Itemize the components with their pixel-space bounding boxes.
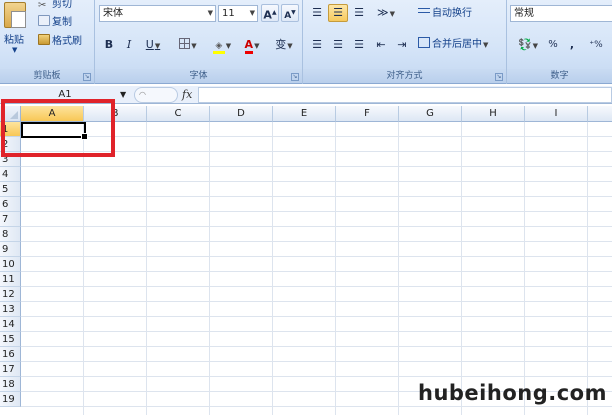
row-header-5[interactable]: 5 xyxy=(0,182,21,197)
align-top-button[interactable]: ☰ xyxy=(307,4,327,22)
paste-dropdown-icon[interactable]: ▼ xyxy=(12,46,17,54)
clipboard-group: 粘贴 ▼ ✂ 剪切 复制 格式刷 剪贴板 ↘ xyxy=(0,0,95,84)
orientation-button[interactable]: ≫▼ xyxy=(371,4,401,22)
shrink-font-button[interactable]: A▼ xyxy=(281,4,299,22)
row-header-6[interactable]: 6 xyxy=(0,197,21,212)
fill-color-button[interactable]: ◈ ▼ xyxy=(207,36,237,54)
formula-input[interactable] xyxy=(198,87,612,103)
highlight-annotation-box xyxy=(1,99,115,157)
column-header-overflow[interactable] xyxy=(588,106,612,122)
phonetic-button[interactable]: 变▼ xyxy=(269,36,299,54)
row-header-12[interactable]: 12 xyxy=(0,287,21,302)
paste-button[interactable]: 粘贴 xyxy=(4,31,24,46)
chevron-down-icon: ▼ xyxy=(483,41,489,49)
copy-icon xyxy=(38,15,50,26)
row-header-13[interactable]: 13 xyxy=(0,302,21,317)
borders-icon xyxy=(179,38,191,49)
chevron-down-icon: ▼ xyxy=(389,10,395,18)
scissors-icon: ✂ xyxy=(38,0,47,11)
row-header-9[interactable]: 9 xyxy=(0,242,21,257)
italic-button[interactable]: I xyxy=(121,36,137,54)
increase-decimal-button[interactable]: ⁺% xyxy=(585,36,607,54)
column-header-e[interactable]: E xyxy=(273,106,336,122)
grow-font-button[interactable]: A▲ xyxy=(261,4,279,22)
column-header-h[interactable]: H xyxy=(462,106,525,122)
row-header-16[interactable]: 16 xyxy=(0,347,21,362)
align-left-button[interactable]: ☰ xyxy=(307,36,327,54)
align-right-button[interactable]: ☰ xyxy=(349,36,369,54)
font-group-title: 字体 xyxy=(95,69,302,83)
expand-icon: ◠ xyxy=(139,90,146,99)
row-header-11[interactable]: 11 xyxy=(0,272,21,287)
copy-button[interactable]: 复制 xyxy=(38,15,72,31)
alignment-launcher-icon[interactable]: ↘ xyxy=(495,73,503,81)
formula-cancel-enter[interactable]: ◠ xyxy=(134,87,178,103)
row-header-8[interactable]: 8 xyxy=(0,227,21,242)
font-name-combo[interactable]: 宋体 ▼ xyxy=(99,5,216,22)
name-box-dropdown-icon[interactable]: ▼ xyxy=(120,87,126,103)
column-header-g[interactable]: G xyxy=(399,106,462,122)
paste-icon[interactable] xyxy=(4,2,26,28)
row-header-18[interactable]: 18 xyxy=(0,377,21,392)
align-bottom-button[interactable]: ☰ xyxy=(349,4,369,22)
alignment-group: ☰ ☰ ☰ ≫▼ 自动换行 ☰ ☰ ☰ ⇤ ⇥ 合并后居中▼ 对齐方式 ↘ xyxy=(303,0,507,84)
row-header-10[interactable]: 10 xyxy=(0,257,21,272)
paint-bucket-icon: ◈ xyxy=(212,42,225,54)
clipboard-launcher-icon[interactable]: ↘ xyxy=(83,73,91,81)
watermark: hubeihong.com xyxy=(418,381,607,405)
column-header-d[interactable]: D xyxy=(210,106,273,122)
font-group: 宋体 ▼ 11 ▼ A▲ A▼ B I U▼ ▼ ◈ ▼ A▼ 变▼ 字体 ↘ xyxy=(95,0,303,84)
borders-button[interactable]: ▼ xyxy=(173,36,203,54)
merge-center-button[interactable]: 合并后居中▼ xyxy=(417,36,503,54)
percent-button[interactable]: % xyxy=(545,36,561,54)
ribbon: 粘贴 ▼ ✂ 剪切 复制 格式刷 剪贴板 ↘ 宋体 ▼ 11 ▼ A▲ A▼ B I … xyxy=(0,0,612,84)
brush-icon xyxy=(38,34,50,45)
currency-format-button[interactable]: 💱▼ xyxy=(513,36,543,54)
row-header-4[interactable]: 4 xyxy=(0,167,21,182)
currency-icon: 💱 xyxy=(517,38,532,51)
increase-indent-button[interactable]: ⇥ xyxy=(392,36,412,54)
column-header-f[interactable]: F xyxy=(336,106,399,122)
number-group-title: 数字 xyxy=(507,69,612,83)
format-painter-button[interactable]: 格式刷 xyxy=(38,34,82,50)
insert-function-button[interactable]: fx xyxy=(182,87,192,103)
chevron-down-icon: ▼ xyxy=(254,42,260,50)
chevron-down-icon: ▼ xyxy=(532,42,539,50)
number-format-combo[interactable]: 常规 xyxy=(510,5,612,22)
row-header-14[interactable]: 14 xyxy=(0,317,21,332)
cells-area[interactable] xyxy=(21,122,612,415)
column-header-c[interactable]: C xyxy=(147,106,210,122)
bold-button[interactable]: B xyxy=(101,36,117,54)
row-header-17[interactable]: 17 xyxy=(0,362,21,377)
alignment-group-title: 对齐方式 xyxy=(303,69,506,83)
clipboard-group-title: 剪贴板 xyxy=(0,69,94,83)
chevron-down-icon: ▼ xyxy=(287,42,293,50)
align-center-button[interactable]: ☰ xyxy=(328,36,348,54)
column-header-i[interactable]: I xyxy=(525,106,588,122)
font-color-button[interactable]: A▼ xyxy=(238,36,266,54)
merge-cells-icon xyxy=(418,37,430,48)
row-header-7[interactable]: 7 xyxy=(0,212,21,227)
underline-button[interactable]: U▼ xyxy=(140,36,166,54)
align-middle-button[interactable]: ☰ xyxy=(328,4,348,22)
comma-style-button[interactable]: , xyxy=(565,36,579,54)
wrap-text-button[interactable]: 自动换行 xyxy=(417,5,483,23)
font-launcher-icon[interactable]: ↘ xyxy=(291,73,299,81)
wrap-text-icon xyxy=(418,6,430,17)
chevron-down-icon: ▼ xyxy=(154,42,161,50)
orientation-icon: ≫ xyxy=(377,6,389,19)
row-header-19[interactable]: 19 xyxy=(0,392,21,407)
decrease-indent-button[interactable]: ⇤ xyxy=(371,36,391,54)
font-size-combo[interactable]: 11 ▼ xyxy=(218,5,258,22)
chevron-down-icon: ▼ xyxy=(207,9,213,17)
chevron-down-icon: ▼ xyxy=(191,42,197,50)
chevron-down-icon: ▼ xyxy=(249,9,255,17)
number-group: 常规 💱▼ % , ⁺% 数字 xyxy=(507,0,612,84)
chevron-down-icon: ▼ xyxy=(225,42,232,50)
row-header-15[interactable]: 15 xyxy=(0,332,21,347)
cut-button[interactable]: ✂ 剪切 xyxy=(38,0,72,13)
